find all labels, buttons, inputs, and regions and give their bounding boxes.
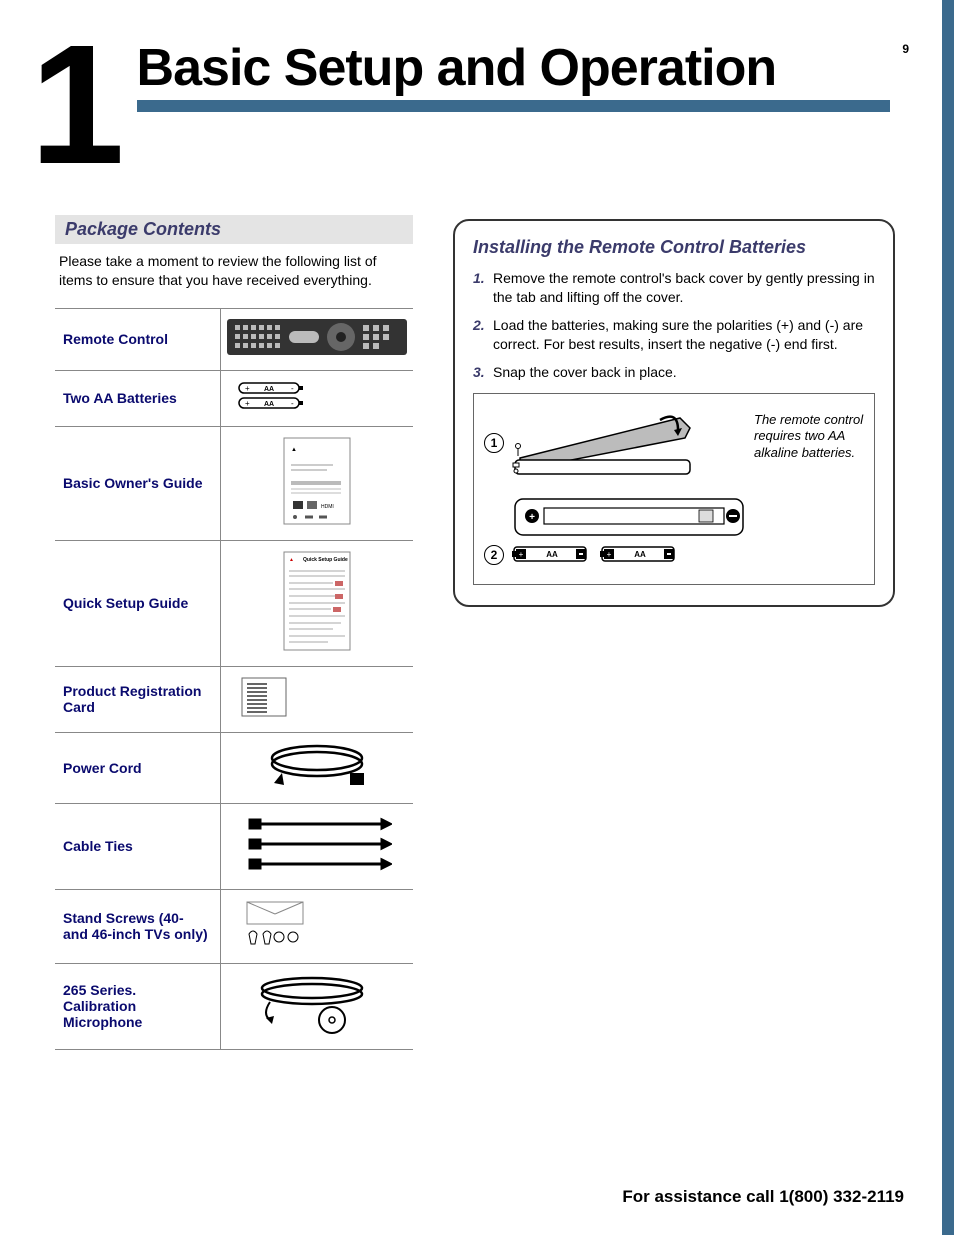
- item-image-cell: AA + - AA + -: [221, 370, 414, 426]
- item-image-cell: [221, 308, 414, 370]
- cable-ties-icon: [242, 814, 392, 874]
- svg-text:AA: AA: [546, 550, 558, 559]
- svg-text:▲: ▲: [289, 557, 294, 563]
- right-column: Installing the Remote Control Batteries …: [453, 215, 895, 607]
- svg-text:HDMI: HDMI: [321, 504, 334, 510]
- owners-guide-icon: ▲ HDMI: [283, 437, 351, 525]
- table-row: Product Registration Card: [55, 666, 413, 732]
- diagram-step-2-badge: 2: [484, 545, 504, 565]
- diagram-caption: The remote control requires two AA alkal…: [754, 408, 864, 566]
- svg-text:AA: AA: [634, 550, 646, 559]
- svg-text:+: +: [245, 384, 250, 393]
- svg-text:-: -: [291, 399, 294, 408]
- chapter-rule: [137, 100, 890, 112]
- table-row: Two AA Batteries AA + - AA + -: [55, 370, 413, 426]
- battery-diagram: 1: [473, 393, 875, 585]
- svg-text:+: +: [245, 399, 250, 408]
- item-label: Product Registration Card: [55, 666, 221, 732]
- calibration-mic-icon: [252, 974, 382, 1034]
- aa-batteries-pair-icon: + AA + AA: [512, 544, 682, 566]
- item-image-cell: ▲ HDMI: [221, 426, 414, 540]
- page-number: 9: [902, 42, 909, 56]
- item-label: Power Cord: [55, 732, 221, 803]
- section-heading-package: Package Contents: [55, 215, 413, 244]
- remote-control-icon: [227, 319, 407, 355]
- step-number: 3.: [473, 363, 493, 383]
- quick-setup-guide-icon: ▲ Quick Setup Guide: [283, 551, 351, 651]
- item-image-cell: ▲ Quick Setup Guide: [221, 540, 414, 666]
- item-label: Stand Screws (40- and 46-inch TVs only): [55, 889, 221, 963]
- item-label: Basic Owner's Guide: [55, 426, 221, 540]
- install-steps-list: 1. Remove the remote control's back cove…: [473, 269, 875, 383]
- item-label: Remote Control: [55, 308, 221, 370]
- table-row: 265 Series. Calibration Microphone: [55, 963, 413, 1049]
- svg-text:+: +: [607, 550, 612, 559]
- svg-text:AA: AA: [264, 386, 274, 393]
- svg-text:-: -: [291, 384, 294, 393]
- table-row: Stand Screws (40- and 46-inch TVs only): [55, 889, 413, 963]
- item-label: Cable Ties: [55, 803, 221, 889]
- panel-title: Installing the Remote Control Batteries: [473, 237, 875, 259]
- table-row: Cable Ties: [55, 803, 413, 889]
- step-text: Load the batteries, making sure the pola…: [493, 316, 875, 355]
- item-image-cell: [221, 803, 414, 889]
- package-intro-text: Please take a moment to review the follo…: [55, 252, 413, 290]
- battery-icon: AA + - AA + -: [237, 381, 307, 411]
- list-item: 3. Snap the cover back in place.: [473, 363, 875, 383]
- registration-card-icon: [241, 677, 287, 717]
- table-row: Basic Owner's Guide ▲ HDMI: [55, 426, 413, 540]
- step-number: 1.: [473, 269, 493, 308]
- page-accent-bar: [942, 0, 954, 1235]
- left-column: Package Contents Please take a moment to…: [55, 215, 413, 1050]
- svg-text:Quick Setup Guide: Quick Setup Guide: [303, 557, 348, 563]
- svg-text:▲: ▲: [291, 447, 297, 453]
- power-cord-icon: [262, 743, 372, 788]
- item-label: Two AA Batteries: [55, 370, 221, 426]
- step-text: Snap the cover back in place.: [493, 363, 677, 383]
- remote-battery-compartment-icon: +: [514, 498, 744, 538]
- chapter-header: 1 Basic Setup and Operation: [30, 20, 890, 190]
- item-image-cell: [221, 963, 414, 1049]
- package-contents-table: Remote Control: [55, 308, 413, 1050]
- item-image-cell: [221, 889, 414, 963]
- item-image-cell: [221, 666, 414, 732]
- remote-back-cover-icon: [510, 408, 700, 478]
- svg-text:+: +: [529, 512, 535, 523]
- table-row: Quick Setup Guide ▲ Quick Setup Guide: [55, 540, 413, 666]
- footer-assistance-text: For assistance call 1(800) 332-2119: [622, 1187, 904, 1207]
- step-text: Remove the remote control's back cover b…: [493, 269, 875, 308]
- list-item: 1. Remove the remote control's back cove…: [473, 269, 875, 308]
- chapter-title: Basic Setup and Operation: [137, 38, 890, 100]
- item-image-cell: [221, 732, 414, 803]
- diagram-step-1-badge: 1: [484, 433, 504, 453]
- stand-screws-icon: [241, 900, 311, 948]
- step-number: 2.: [473, 316, 493, 355]
- install-batteries-panel: Installing the Remote Control Batteries …: [453, 219, 895, 607]
- table-row: Remote Control: [55, 308, 413, 370]
- item-label: 265 Series. Calibration Microphone: [55, 963, 221, 1049]
- list-item: 2. Load the batteries, making sure the p…: [473, 316, 875, 355]
- chapter-number: 1: [30, 20, 137, 190]
- item-label: Quick Setup Guide: [55, 540, 221, 666]
- svg-text:+: +: [519, 550, 524, 559]
- table-row: Power Cord: [55, 732, 413, 803]
- svg-text:AA: AA: [264, 401, 274, 408]
